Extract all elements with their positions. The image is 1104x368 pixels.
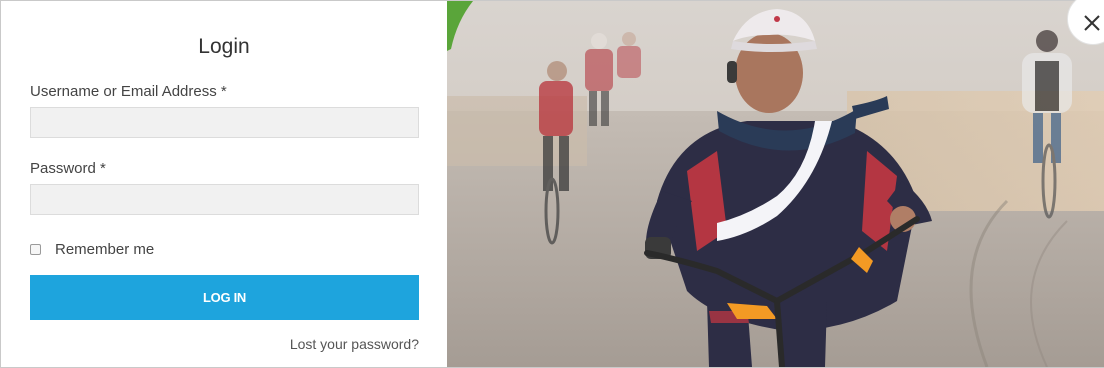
remember-me-checkbox[interactable] bbox=[30, 244, 41, 255]
login-form-panel: Login Username or Email Address * Passwo… bbox=[1, 1, 447, 367]
cyclist-photo-icon bbox=[447, 1, 1104, 367]
remember-me-label: Remember me bbox=[55, 241, 155, 258]
password-input[interactable] bbox=[30, 184, 419, 215]
login-modal: Login Username or Email Address * Passwo… bbox=[0, 0, 1104, 368]
remember-me-row[interactable]: Remember me bbox=[30, 241, 154, 258]
username-label: Username or Email Address * bbox=[30, 83, 227, 100]
password-label: Password * bbox=[30, 160, 106, 177]
hero-photo bbox=[447, 1, 1104, 367]
lost-password-link[interactable]: Lost your password? bbox=[290, 336, 419, 352]
close-icon bbox=[1084, 15, 1100, 31]
login-title: Login bbox=[198, 35, 250, 58]
login-button[interactable]: LOG IN bbox=[30, 275, 419, 320]
username-input[interactable] bbox=[30, 107, 419, 138]
